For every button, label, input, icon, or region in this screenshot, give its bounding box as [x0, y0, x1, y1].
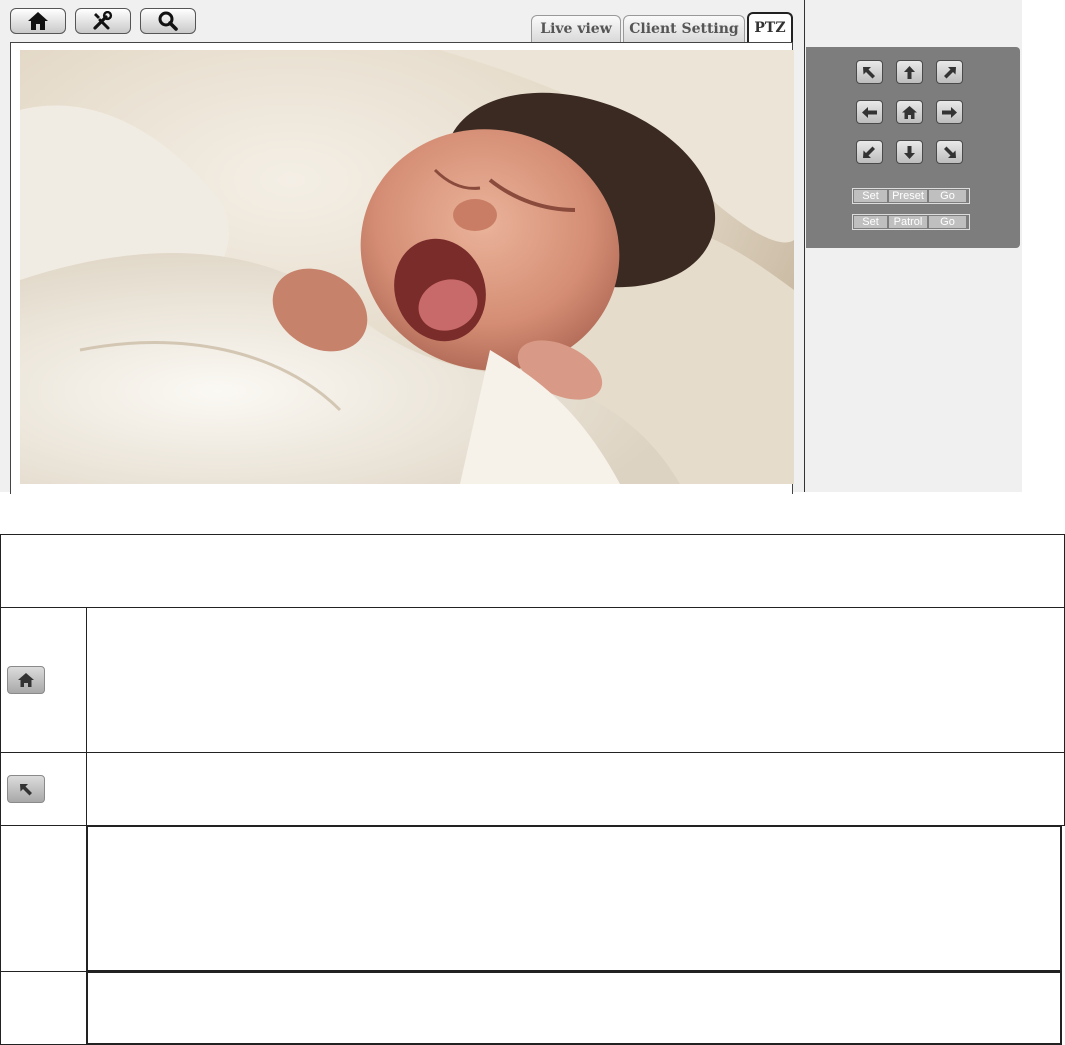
ptz-up-button[interactable] — [896, 60, 923, 84]
ptz-down-button[interactable] — [896, 140, 923, 164]
search-button[interactable] — [140, 8, 196, 34]
legend-icon-cell-home — [0, 607, 87, 753]
ptz-home-button[interactable] — [896, 100, 923, 124]
legend-home-button — [7, 666, 45, 694]
tab-live-view[interactable]: Live view — [531, 15, 621, 42]
ptz-down-left-button[interactable] — [856, 140, 883, 164]
legend-desc-cell-4 — [86, 971, 1062, 1045]
legend-table — [0, 534, 1065, 1045]
preset-go-button[interactable]: Go — [929, 190, 966, 202]
ptz-down-right-button[interactable] — [936, 140, 963, 164]
ptz-up-left-button[interactable] — [856, 60, 883, 84]
ptz-right-button[interactable] — [936, 100, 963, 124]
arrow-down-left-icon — [863, 146, 875, 158]
patrol-go-button[interactable]: Go — [929, 216, 966, 228]
preset-set-button[interactable]: Set — [854, 190, 887, 202]
legend-up-left-button — [7, 775, 45, 803]
arrow-up-icon — [904, 65, 915, 79]
home-button[interactable] — [10, 8, 66, 34]
ptz-up-right-button[interactable] — [936, 60, 963, 84]
panel-divider — [804, 0, 805, 492]
tools-icon — [93, 11, 113, 30]
patrol-label: Patrol — [889, 216, 927, 228]
preset-label: Preset — [889, 190, 927, 202]
arrow-down-right-icon — [944, 146, 956, 158]
tab-client-setting[interactable]: Client Setting — [623, 15, 745, 42]
arrow-down-icon — [904, 145, 915, 159]
legend-desc-cell-home — [86, 607, 1065, 753]
arrow-up-left-icon — [863, 66, 875, 78]
ptz-left-button[interactable] — [856, 100, 883, 124]
video-frame-image — [20, 50, 794, 484]
legend-icon-cell-4 — [0, 971, 87, 1045]
patrol-controls: Set Patrol Go — [852, 214, 970, 230]
arrow-up-right-icon — [944, 66, 956, 78]
search-icon — [158, 11, 178, 31]
ptz-control-panel: Set Preset Go Set Patrol Go — [806, 47, 1020, 248]
patrol-set-button[interactable]: Set — [854, 216, 887, 228]
settings-button[interactable] — [75, 8, 131, 34]
legend-icon-cell-3 — [0, 825, 87, 972]
tab-ptz[interactable]: PTZ — [747, 12, 793, 42]
live-video[interactable] — [20, 50, 794, 484]
home-icon — [902, 105, 917, 119]
preset-controls: Set Preset Go — [852, 188, 970, 204]
arrow-up-left-icon — [20, 784, 32, 796]
home-icon — [18, 673, 34, 687]
home-icon — [28, 12, 48, 30]
arrow-left-icon — [862, 106, 877, 118]
camera-app: Live view Client Setting PTZ Set Preset … — [0, 0, 1022, 494]
legend-header-row — [0, 534, 1065, 608]
legend-desc-cell-direction — [86, 752, 1065, 826]
legend-desc-cell-3 — [86, 825, 1062, 972]
legend-icon-cell-direction — [0, 752, 87, 826]
arrow-right-icon — [942, 106, 957, 118]
